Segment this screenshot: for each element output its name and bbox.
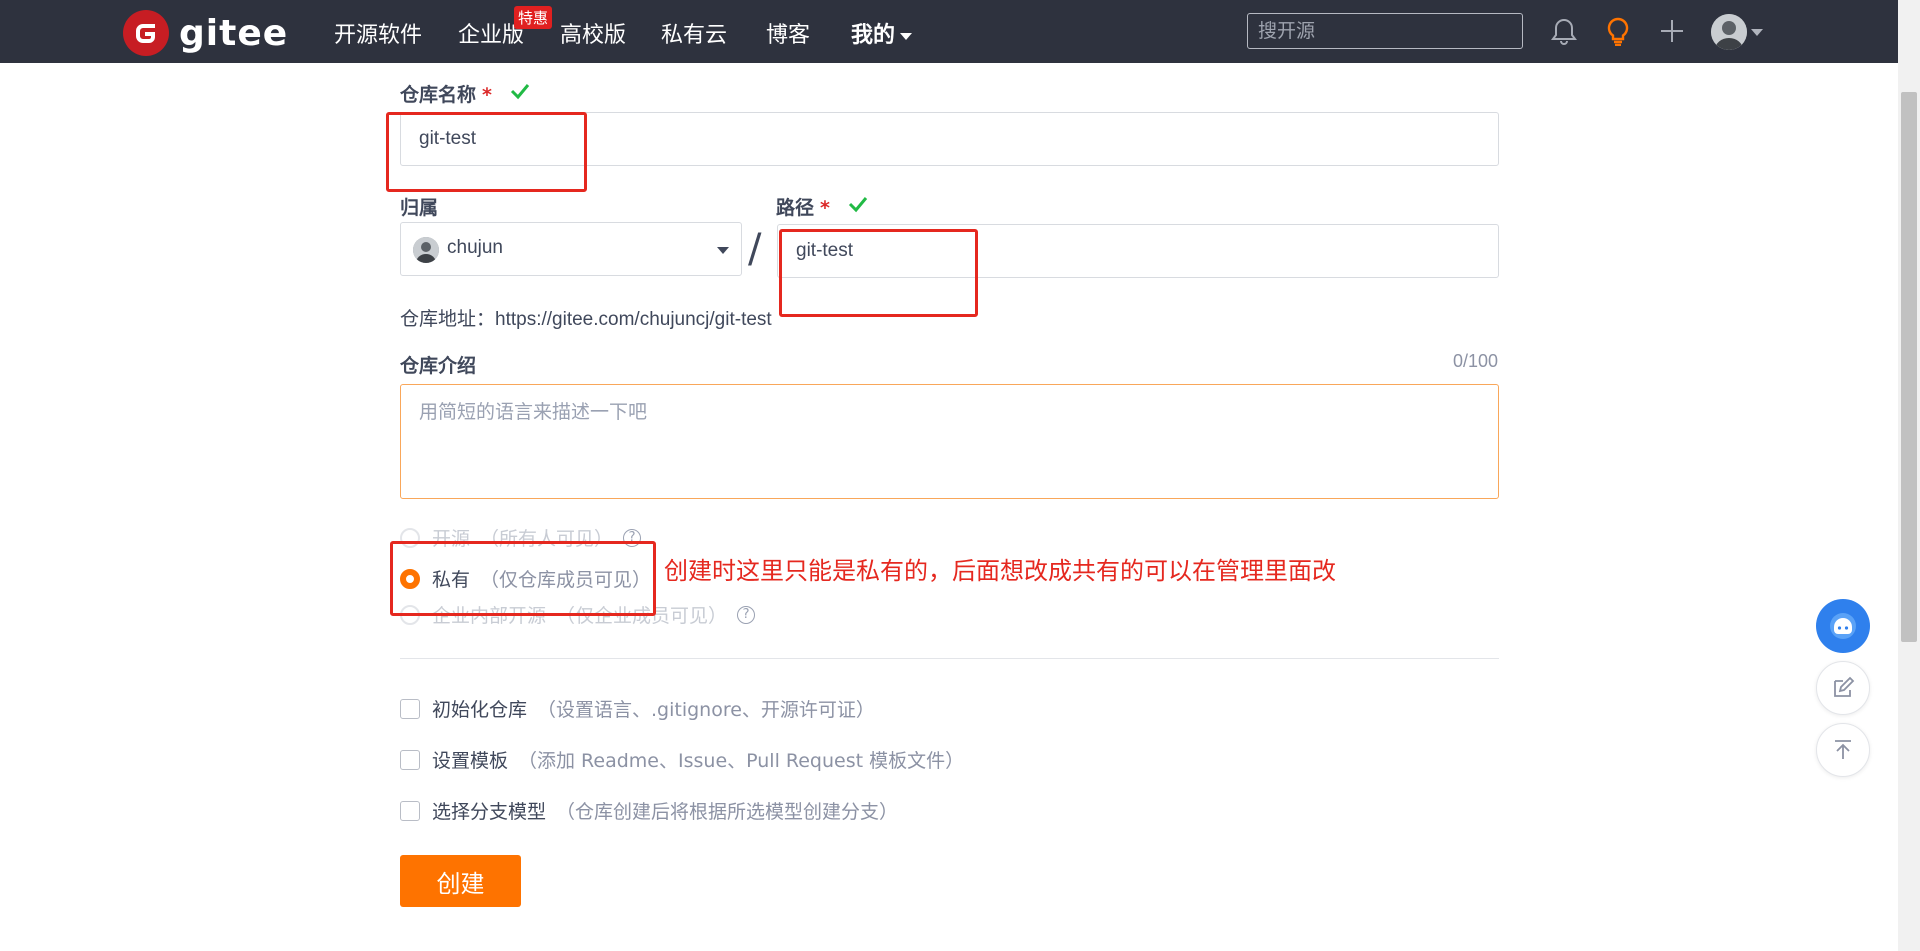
gitee-logo-icon (123, 10, 169, 56)
radio-button[interactable] (400, 604, 420, 625)
owner-select[interactable]: chujun (400, 222, 742, 276)
path-input[interactable] (777, 224, 1499, 278)
help-icon[interactable]: ? (737, 605, 756, 624)
path-label-text: 路径 (776, 197, 815, 219)
back-to-top-button[interactable] (1816, 723, 1870, 777)
repo-url-label: 仓库地址： (400, 308, 496, 330)
branch-model-desc: （仓库创建后将根据所选模型创建分支） (556, 801, 899, 823)
nav-private-cloud[interactable]: 私有云 (661, 17, 727, 49)
chevron-down-icon[interactable] (1751, 29, 1763, 36)
top-navbar: gitee 开源软件 企业版 特惠 高校版 私有云 博客 我的 (0, 0, 1898, 63)
intro-char-counter: 0/100 (1452, 351, 1498, 371)
enterprise-promo-badge: 特惠 (514, 6, 553, 29)
nav-mine-menu[interactable]: 我的 (851, 17, 913, 49)
radio-button[interactable] (400, 527, 420, 548)
create-button[interactable]: 创建 (400, 855, 521, 907)
check-icon (510, 84, 530, 100)
help-icon[interactable]: ? (623, 528, 642, 547)
chat-bot-icon (1830, 613, 1856, 639)
intro-textarea[interactable] (400, 384, 1499, 499)
check-icon (848, 197, 868, 213)
annotation-note: 创建时这里只能是私有的，后面想改成共有的可以在管理里面改 (664, 557, 1336, 585)
repo-name-label-text: 仓库名称 (400, 84, 477, 106)
visibility-private-label: 私有 (432, 569, 471, 591)
repo-url-line: 仓库地址：https://gitee.com/chujuncj/git-test (400, 304, 772, 331)
nav-mine-label: 我的 (851, 23, 896, 48)
visibility-public-option[interactable]: 开源 （所有人可见） ? (400, 524, 642, 551)
search-input[interactable] (1247, 13, 1523, 49)
path-label: 路径 * (776, 193, 830, 220)
init-repo-desc: （设置语言、.gitignore、开源许可证） (537, 699, 875, 721)
init-repo-label: 初始化仓库 (432, 699, 528, 721)
visibility-internal-desc: （仅企业成员可见） (556, 605, 728, 627)
init-repo-option[interactable]: 初始化仓库 （设置语言、.gitignore、开源许可证） (400, 695, 875, 722)
visibility-internal-option[interactable]: 企业内部开源 （仅企业成员可见） ? (400, 601, 756, 628)
checkbox[interactable] (400, 800, 420, 821)
user-avatar[interactable] (1711, 14, 1747, 50)
scrollbar-thumb[interactable] (1901, 92, 1917, 642)
visibility-private-option[interactable]: 私有 （仅仓库成员可见） (400, 565, 651, 592)
customer-service-button[interactable] (1816, 599, 1870, 653)
intro-label: 仓库介绍 (400, 355, 477, 377)
visibility-internal-label: 企业内部开源 (432, 605, 547, 627)
branch-model-label: 选择分支模型 (432, 801, 547, 823)
bell-icon[interactable] (1547, 14, 1581, 48)
section-divider (400, 658, 1499, 659)
chevron-down-icon (717, 247, 729, 254)
radio-button-selected[interactable] (400, 568, 420, 589)
owner-label: 归属 (400, 197, 439, 219)
owner-avatar (413, 237, 439, 263)
nav-open-source[interactable]: 开源软件 (334, 17, 422, 49)
repo-name-label: 仓库名称 * (400, 80, 492, 107)
path-separator: / (748, 226, 762, 272)
visibility-public-desc: （所有人可见） (480, 528, 614, 550)
template-label: 设置模板 (432, 750, 509, 772)
branch-model-option[interactable]: 选择分支模型 （仓库创建后将根据所选模型创建分支） (400, 797, 898, 824)
template-option[interactable]: 设置模板 （添加 Readme、Issue、Pull Request 模板文件） (400, 746, 964, 773)
checkbox[interactable] (400, 749, 420, 770)
nav-university[interactable]: 高校版 (560, 17, 626, 49)
owner-value: chujun (447, 237, 503, 258)
arrow-up-icon (1835, 740, 1851, 759)
visibility-private-desc: （仅仓库成员可见） (480, 569, 652, 591)
chevron-down-icon (900, 32, 913, 40)
feedback-button[interactable] (1816, 661, 1870, 715)
visibility-public-label: 开源 (432, 528, 471, 550)
checkbox[interactable] (400, 698, 420, 719)
gitee-logo[interactable]: gitee (123, 10, 288, 56)
required-mark: * (482, 84, 492, 106)
plus-icon[interactable] (1655, 14, 1689, 48)
lightbulb-icon[interactable] (1601, 14, 1635, 48)
template-desc: （添加 Readme、Issue、Pull Request 模板文件） (518, 750, 965, 772)
nav-blog[interactable]: 博客 (766, 17, 810, 49)
required-mark: * (820, 197, 830, 219)
repo-url-value: https://gitee.com/chujuncj/git-test (495, 309, 772, 330)
edit-icon (1834, 676, 1855, 697)
repo-name-input[interactable] (400, 112, 1499, 166)
logo-text: gitee (179, 12, 289, 54)
